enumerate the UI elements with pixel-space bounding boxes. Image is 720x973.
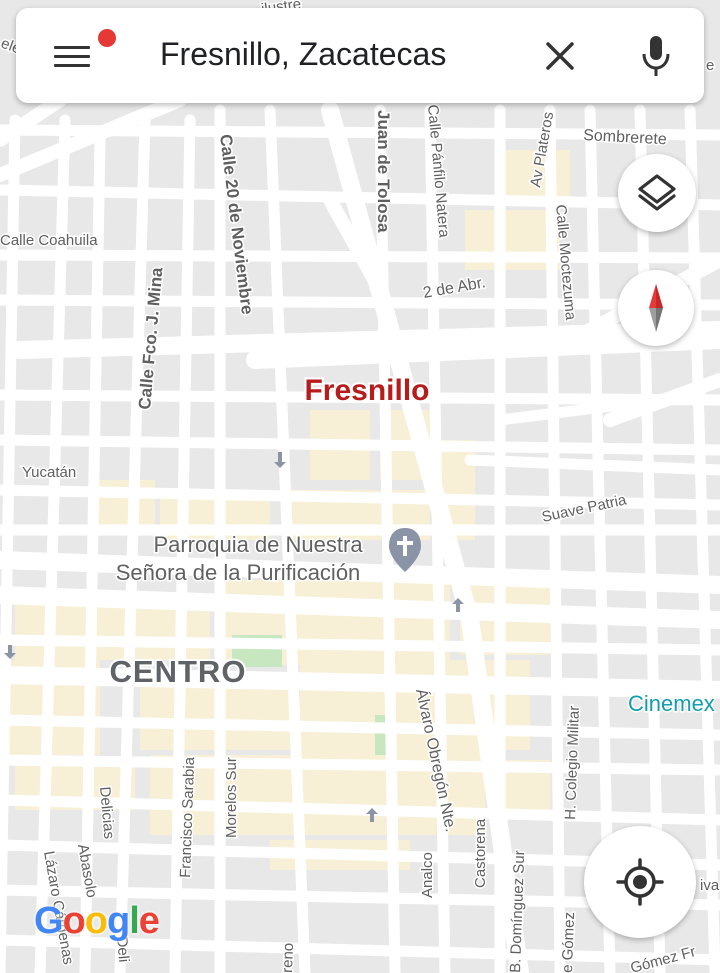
street-label: Juan de Tolosa (374, 110, 393, 233)
search-bar[interactable]: Fresnillo, Zacatecas (16, 8, 704, 103)
business-label-cinemex[interactable]: Cinemex (627, 690, 717, 718)
street-label: iva (700, 877, 720, 894)
google-logo: Google (34, 900, 160, 943)
google-logo-letter: o (84, 900, 108, 942)
microphone-icon (642, 36, 670, 76)
search-input[interactable]: Fresnillo, Zacatecas (160, 36, 446, 73)
street-label: Yucatán (22, 464, 76, 481)
district-label: CENTRO (110, 654, 247, 689)
street-label: Morelos Sur (223, 757, 240, 838)
street-label: Calle Coahuila (0, 232, 98, 249)
layers-icon (638, 174, 676, 211)
close-icon (546, 42, 574, 70)
notification-dot (98, 29, 116, 47)
google-logo-letter: l (129, 900, 140, 942)
my-location-icon (616, 858, 664, 906)
street-label: Analco (419, 852, 436, 898)
compass-icon (649, 284, 663, 332)
google-logo-letter: g (107, 900, 130, 942)
street-label: reno (279, 943, 297, 973)
google-logo-letter: o (62, 900, 86, 942)
google-logo-letter: G (34, 900, 64, 942)
voice-search-button[interactable] (632, 30, 680, 82)
city-label: Fresnillo (304, 374, 429, 407)
compass-button[interactable] (618, 270, 694, 346)
google-logo-letter: e (138, 900, 160, 942)
clear-search-button[interactable] (536, 32, 584, 80)
map-layers-button[interactable] (618, 154, 696, 232)
poi-label-line2: Señora de la Purificación (116, 560, 361, 585)
street-label: e Gómez (559, 912, 578, 973)
street-label: Castorena (472, 818, 489, 888)
menu-button[interactable] (50, 29, 116, 80)
poi-label-line1: Parroquia de Nuestra (153, 532, 363, 557)
street-label: e (706, 57, 714, 74)
my-location-button[interactable] (584, 826, 696, 938)
